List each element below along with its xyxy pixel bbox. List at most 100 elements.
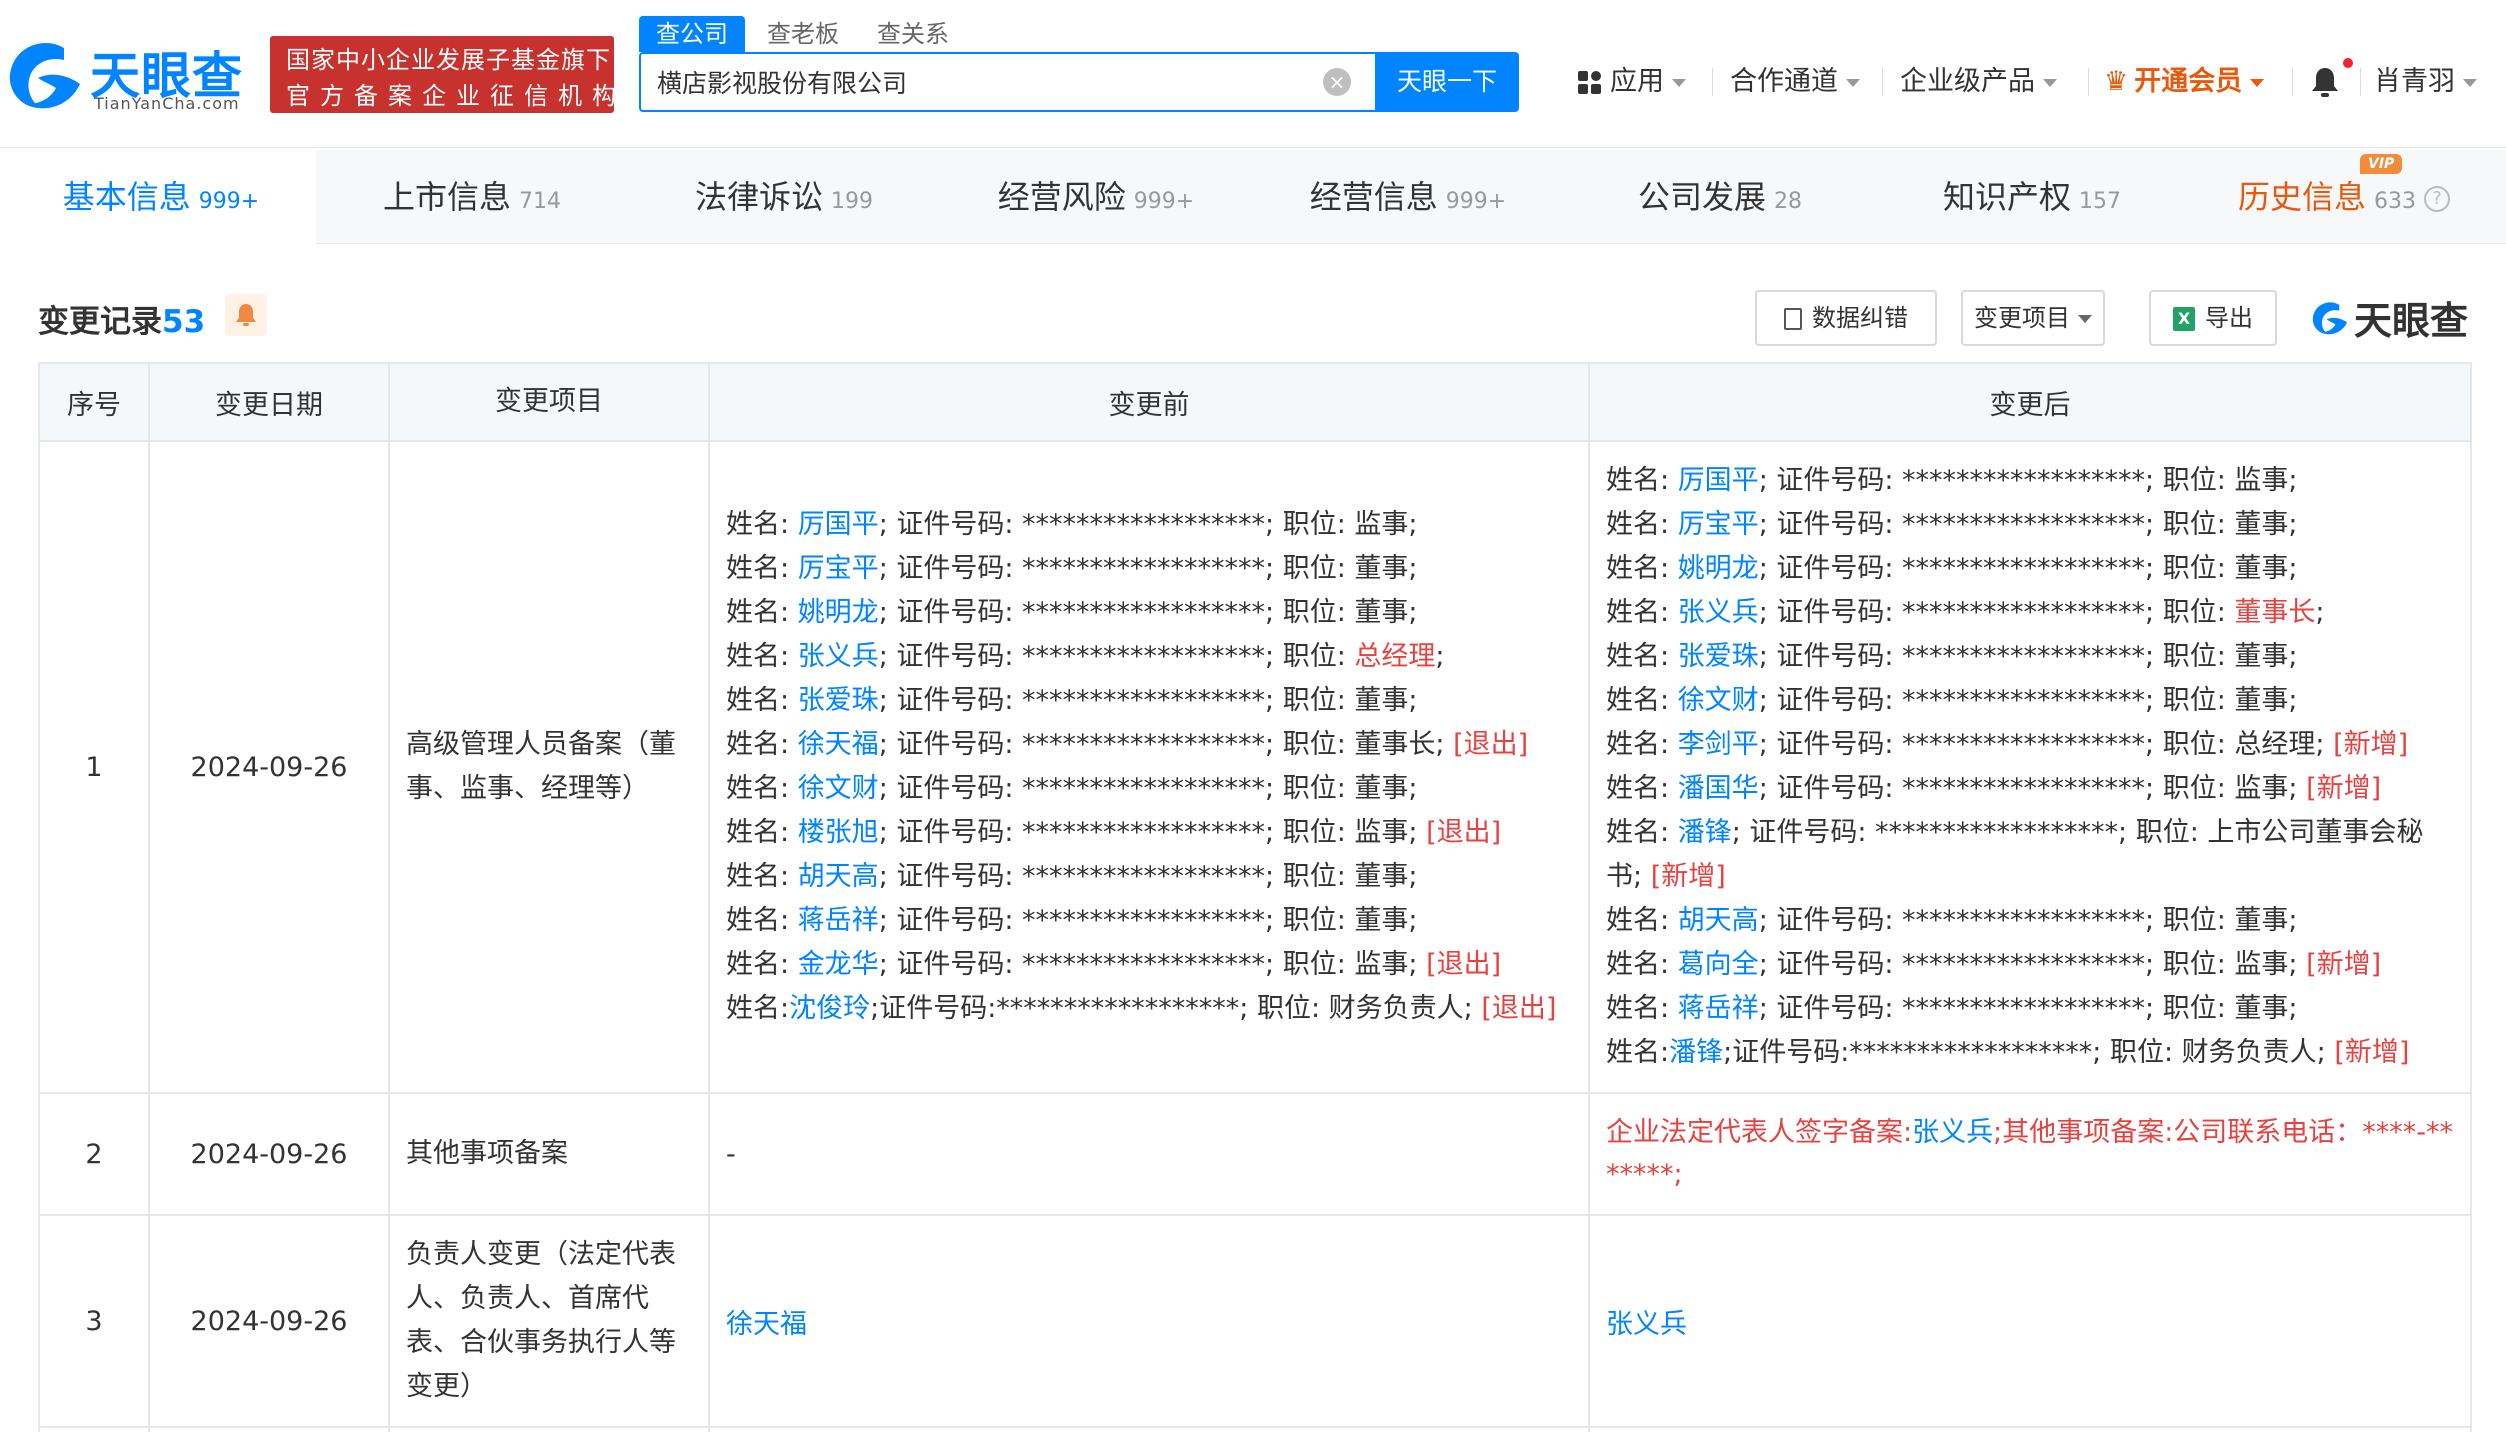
entry-separator: ;: [2315, 729, 2334, 760]
entry-prefix: 姓名:: [726, 949, 798, 980]
search-tab-boss[interactable]: 查老板: [767, 16, 839, 52]
person-entry: 姓名: 蒋岳祥; 证件号码: ******************; 职位: 董…: [726, 899, 1572, 943]
monitor-bell-button[interactable]: [225, 294, 267, 336]
person-name-link[interactable]: 潘锋: [1669, 1037, 1723, 1068]
table-row: 2 2024-09-26 其他事项备案 - 企业法定代表人签字备案:张义兵;其他…: [38, 1092, 2472, 1216]
top-header: 天眼查 TianYanCha.com 国家中小企业发展子基金旗下 官方备案企业征…: [0, 0, 2506, 148]
person-name-link[interactable]: 徐文财: [1678, 685, 1759, 716]
entry-separator: ;: [1408, 817, 1427, 848]
person-name-link[interactable]: 张义兵: [1912, 1117, 1993, 1148]
row-item: 其他事项备案: [388, 1092, 710, 1216]
entry-id-text: ; 证件号码: ******************; 职位:: [878, 949, 1355, 980]
entry-separator: ;: [1633, 861, 1651, 892]
user-menu[interactable]: 肖青羽: [2374, 62, 2477, 102]
person-name-link[interactable]: 胡天高: [1678, 905, 1759, 936]
person-name-link[interactable]: 李剑平: [1678, 729, 1759, 760]
notification-bell-icon[interactable]: [2310, 66, 2340, 98]
person-name-link[interactable]: 姚明龙: [798, 597, 879, 628]
person-entry: 姓名: 姚明龙; 证件号码: ******************; 职位: 董…: [1606, 547, 2454, 591]
entry-position: 董事: [2234, 509, 2289, 540]
tab-operation[interactable]: 经营信息 999+: [1252, 150, 1564, 244]
person-name-link[interactable]: 厉宝平: [1678, 509, 1759, 540]
entry-id-text: ; 证件号码: ******************; 职位:: [1758, 553, 2235, 584]
person-entry: 姓名: 胡天高; 证件号码: ******************; 职位: 董…: [726, 855, 1572, 899]
person-list: 姓名: 厉国平; 证件号码: ******************; 职位: 监…: [1606, 459, 2454, 1075]
person-name-link[interactable]: 张义兵: [1678, 597, 1759, 628]
search-input[interactable]: [657, 54, 1317, 110]
person-name-link[interactable]: 张爱珠: [1678, 641, 1759, 672]
tab-history[interactable]: 历史信息 633? VIP: [2188, 150, 2500, 244]
person-name-link[interactable]: 厉国平: [1678, 465, 1759, 496]
tab-legal[interactable]: 法律诉讼 199: [628, 150, 940, 244]
tab-listing-info[interactable]: 上市信息 714: [316, 150, 628, 244]
data-correction-button[interactable]: 数据纠错: [1755, 290, 1937, 346]
tab-count: 999+: [1445, 189, 1507, 214]
export-button[interactable]: X 导出: [2149, 290, 2277, 346]
chevron-down-icon: [2250, 78, 2265, 87]
tab-count: 633: [2374, 189, 2416, 214]
entry-separator: ;: [1408, 553, 1418, 584]
entry-prefix: 姓名:: [1606, 553, 1678, 584]
help-icon[interactable]: ?: [2424, 186, 2450, 212]
nav-apps[interactable]: 应用: [1578, 62, 1686, 102]
entry-prefix: 姓名:: [1606, 685, 1678, 716]
entry-id-text: ; 证件号码: ******************; 职位:: [1758, 597, 2235, 628]
person-name-link[interactable]: 葛向全: [1678, 949, 1759, 980]
person-name-link[interactable]: 潘国华: [1678, 773, 1759, 804]
person-name-link[interactable]: 姚明龙: [1678, 553, 1759, 584]
tab-count: 28: [1774, 189, 1802, 214]
entry-id-text: ; 证件号码: ******************; 职位:: [878, 553, 1355, 584]
tab-development[interactable]: 公司发展 28: [1564, 150, 1876, 244]
person-entry: 姓名: 葛向全; 证件号码: ******************; 职位: 监…: [1606, 943, 2454, 987]
nav-partner[interactable]: 合作通道: [1730, 62, 1860, 102]
search-button[interactable]: 天眼一下: [1375, 52, 1519, 112]
person-name-link[interactable]: 徐天福: [726, 1309, 807, 1340]
row-index: [38, 1426, 150, 1432]
tab-basic-info[interactable]: 基本信息 999+: [6, 150, 316, 244]
tianyancha-logo[interactable]: 天眼查 TianYanCha.com: [4, 34, 259, 116]
person-name-link[interactable]: 徐文财: [798, 773, 879, 804]
data-correction-label: 数据纠错: [1812, 304, 1908, 332]
entry-status-tag: [退出]: [1453, 729, 1529, 760]
person-name-link[interactable]: 楼张旭: [798, 817, 879, 848]
entry-position: 监事: [1354, 509, 1409, 540]
entry-status-tag: [新增]: [2333, 729, 2409, 760]
person-name-link[interactable]: 厉宝平: [798, 553, 879, 584]
nav-vip[interactable]: ♛ 开通会员: [2104, 62, 2265, 102]
entry-separator: ;: [1408, 949, 1427, 980]
person-name-link[interactable]: 蒋岳祥: [798, 905, 879, 936]
person-name-link[interactable]: 沈俊玲: [789, 993, 870, 1024]
search-tab-company[interactable]: 查公司: [639, 16, 745, 52]
person-name-link[interactable]: 胡天高: [798, 861, 879, 892]
person-name-link[interactable]: 蒋岳祥: [1678, 993, 1759, 1024]
change-item-filter[interactable]: 变更项目: [1961, 290, 2105, 346]
chevron-down-icon: [2463, 78, 2477, 87]
logo-mark-icon: [2312, 301, 2348, 334]
entry-id-text: ; 证件号码: ******************; 职位:: [878, 729, 1355, 760]
nav-enterprise[interactable]: 企业级产品: [1900, 62, 2057, 102]
tab-count: 999+: [1133, 189, 1195, 214]
entry-position: 监事: [1354, 949, 1409, 980]
entry-id-text: ; 证件号码: ******************; 职位:: [878, 861, 1355, 892]
row-date: 2024-09-26: [148, 440, 390, 1094]
row-date: [148, 1426, 390, 1432]
person-name-link[interactable]: 张义兵: [798, 641, 879, 672]
person-name-link[interactable]: 厉国平: [798, 509, 879, 540]
person-name-link[interactable]: 潘锋: [1678, 817, 1732, 848]
person-name-link[interactable]: 徐天福: [798, 729, 879, 760]
person-name-link[interactable]: 张义兵: [1606, 1309, 1687, 1340]
person-entry: 姓名: 张义兵; 证件号码: ******************; 职位: 总…: [726, 635, 1572, 679]
logo-mark-icon: [9, 43, 80, 109]
person-entry: 姓名: 潘国华; 证件号码: ******************; 职位: 监…: [1606, 767, 2454, 811]
tab-ip[interactable]: 知识产权 157: [1876, 150, 2188, 244]
person-entry: 姓名: 楼张旭; 证件号码: ******************; 职位: 监…: [726, 811, 1572, 855]
clear-icon[interactable]: ×: [1323, 68, 1351, 96]
tab-risk[interactable]: 经营风险 999+: [940, 150, 1252, 244]
entry-position: 董事: [1354, 905, 1409, 936]
entry-prefix: 姓名:: [726, 817, 798, 848]
search-tab-relation[interactable]: 查关系: [877, 16, 949, 52]
entry-prefix: 姓名:: [726, 597, 798, 628]
entry-separator: ;: [1408, 861, 1418, 892]
person-name-link[interactable]: 金龙华: [798, 949, 879, 980]
person-name-link[interactable]: 张爱珠: [798, 685, 879, 716]
